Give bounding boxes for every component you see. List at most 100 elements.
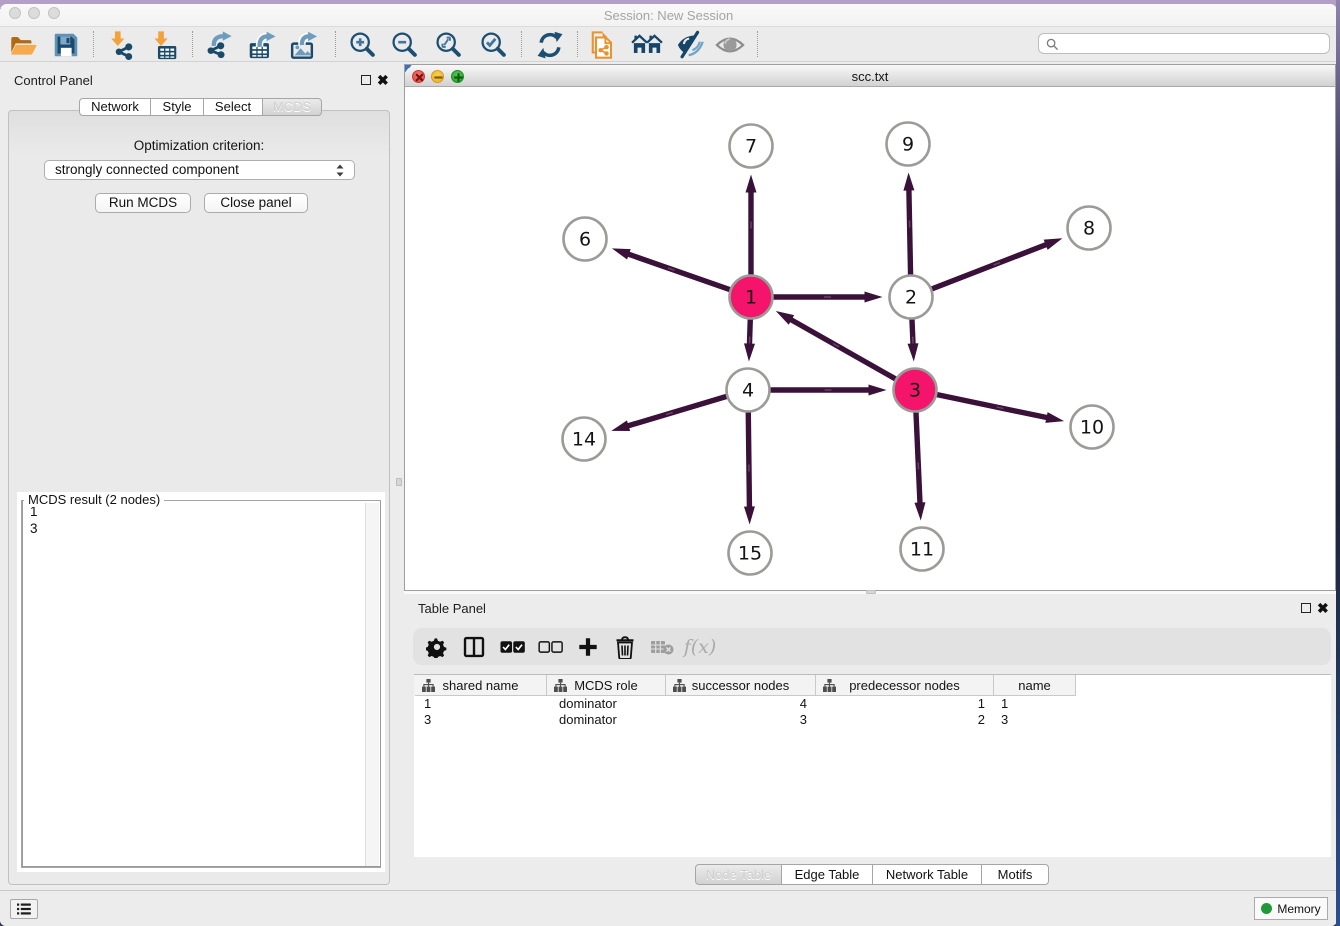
svg-text:7: 7 [745, 136, 757, 158]
tab-network-table[interactable]: Network Table [873, 864, 982, 885]
criterion-dropdown[interactable]: strongly connected component [44, 160, 355, 180]
close-panel-button[interactable]: Close panel [204, 193, 308, 213]
zoom-fit-button[interactable] [433, 29, 465, 61]
edge-3-1[interactable] [776, 311, 915, 390]
table-cell[interactable]: 3 [415, 712, 547, 728]
graph-node-1[interactable]: 1 [730, 276, 773, 319]
tab-motifs[interactable]: Motifs [982, 864, 1049, 885]
graph-node-7[interactable]: 7 [730, 125, 773, 168]
memory-button[interactable]: Memory [1254, 897, 1328, 920]
delete-column-button[interactable] [609, 631, 641, 663]
control-panel-title: Control Panel [14, 73, 93, 88]
table-cell[interactable]: 1 [816, 696, 994, 712]
column-header-shared-name[interactable]: shared name [415, 675, 547, 696]
svg-text:2: 2 [905, 287, 917, 309]
clone-network-button[interactable] [588, 29, 620, 61]
show-all-button[interactable] [714, 29, 746, 61]
network-close-button[interactable] [412, 70, 425, 83]
graph-node-14[interactable]: 14 [563, 418, 606, 461]
edge-2-8[interactable] [911, 238, 1062, 297]
table-cell[interactable]: 2 [816, 712, 994, 728]
search-box[interactable] [1038, 33, 1330, 54]
export-table-icon [246, 30, 276, 60]
column-header-successor-nodes[interactable]: successor nodes [666, 675, 816, 696]
table-cell[interactable]: 1 [415, 696, 547, 712]
network-maximize-button[interactable] [451, 70, 464, 83]
zoom-out-button[interactable] [389, 29, 421, 61]
create-column-button[interactable] [572, 631, 604, 663]
hide-selected-button[interactable] [675, 29, 707, 61]
memory-label: Memory [1277, 902, 1320, 916]
close-panel-icon[interactable]: ✖ [1317, 602, 1329, 614]
graph-node-4[interactable]: 4 [727, 369, 770, 412]
home-neighbors-button[interactable] [631, 29, 663, 61]
table-settings-button[interactable] [421, 631, 453, 663]
mcds-result-text[interactable]: 1 3 [22, 501, 381, 867]
graph-node-9[interactable]: 9 [887, 123, 930, 166]
svg-text:15: 15 [738, 543, 762, 565]
export-table-button[interactable] [245, 29, 277, 61]
zoom-selected-button[interactable] [478, 29, 510, 61]
unselect-all-columns-button[interactable] [534, 631, 566, 663]
clone-network-icon [589, 30, 619, 60]
show-column-panel-button[interactable] [458, 631, 490, 663]
tab-network[interactable]: Network [79, 98, 151, 116]
export-network-icon [204, 30, 234, 60]
mcds-result-title: MCDS result (2 nodes) [24, 492, 164, 507]
import-table-button[interactable] [149, 29, 181, 61]
run-mcds-button[interactable]: Run MCDS [95, 193, 191, 213]
table-cell[interactable]: 3 [994, 712, 1076, 728]
float-panel-icon[interactable] [1301, 603, 1311, 613]
graph-node-3[interactable]: 3 [894, 369, 937, 412]
zoom-in-icon [348, 30, 378, 60]
table-cell[interactable]: dominator [547, 696, 666, 712]
svg-text:11: 11 [910, 539, 934, 561]
tab-style[interactable]: Style [151, 98, 204, 116]
open-session-button[interactable] [7, 29, 39, 61]
delete-table-icon [650, 639, 674, 655]
export-image-button[interactable] [286, 29, 318, 61]
function-builder-button[interactable]: f(x) [684, 631, 716, 663]
select-all-columns-button[interactable] [496, 631, 528, 663]
table-cell[interactable]: 4 [666, 696, 816, 712]
graph-node-2[interactable]: 2 [890, 276, 933, 319]
apply-layout-button[interactable] [534, 29, 566, 61]
column-header-name[interactable]: name [994, 675, 1076, 696]
vertical-splitter[interactable] [395, 62, 404, 892]
close-x-icon [415, 73, 424, 82]
column-header-MCDS-role[interactable]: MCDS role [547, 675, 666, 696]
graph-node-10[interactable]: 10 [1071, 406, 1114, 449]
float-panel-icon[interactable] [361, 75, 371, 85]
control-panel: Control Panel ✖ Optimization criterion: … [0, 62, 395, 892]
zoom-in-button[interactable] [347, 29, 379, 61]
table-cell[interactable]: 3 [666, 712, 816, 728]
delete-table-button[interactable] [646, 631, 678, 663]
tab-mcds[interactable]: MCDS [263, 98, 322, 116]
network-canvas[interactable]: 7 9 6 8 1 2 4 3 14 10 15 11 [405, 87, 1335, 590]
table-panel-tabs: Node TableEdge TableNetwork TableMotifs [695, 864, 1049, 882]
memory-status-icon [1261, 903, 1272, 914]
edge-3-10[interactable] [915, 390, 1064, 423]
plus-maximize-icon [454, 73, 463, 82]
tab-edge-table[interactable]: Edge Table [782, 864, 873, 885]
tab-select[interactable]: Select [204, 98, 263, 116]
network-window-titlebar: scc.txt [405, 65, 1335, 87]
graph-node-15[interactable]: 15 [729, 532, 772, 575]
table-cell[interactable]: dominator [547, 712, 666, 728]
save-session-button[interactable] [50, 29, 82, 61]
graph-node-6[interactable]: 6 [564, 218, 607, 261]
close-panel-icon[interactable]: ✖ [377, 74, 389, 86]
result-scrollbar[interactable] [365, 503, 379, 866]
task-history-button[interactable] [10, 899, 38, 919]
splitter-handle[interactable] [396, 478, 402, 486]
table-cell[interactable]: 1 [994, 696, 1076, 712]
graph-node-11[interactable]: 11 [901, 528, 944, 571]
minimize-icon [434, 73, 443, 82]
network-minimize-button[interactable] [431, 70, 444, 83]
table-toolbar: f(x) [413, 628, 1331, 665]
export-network-button[interactable] [203, 29, 235, 61]
import-network-button[interactable] [106, 29, 138, 61]
column-header-predecessor-nodes[interactable]: predecessor nodes [816, 675, 994, 696]
tab-node-table[interactable]: Node Table [695, 864, 782, 885]
graph-node-8[interactable]: 8 [1068, 207, 1111, 250]
